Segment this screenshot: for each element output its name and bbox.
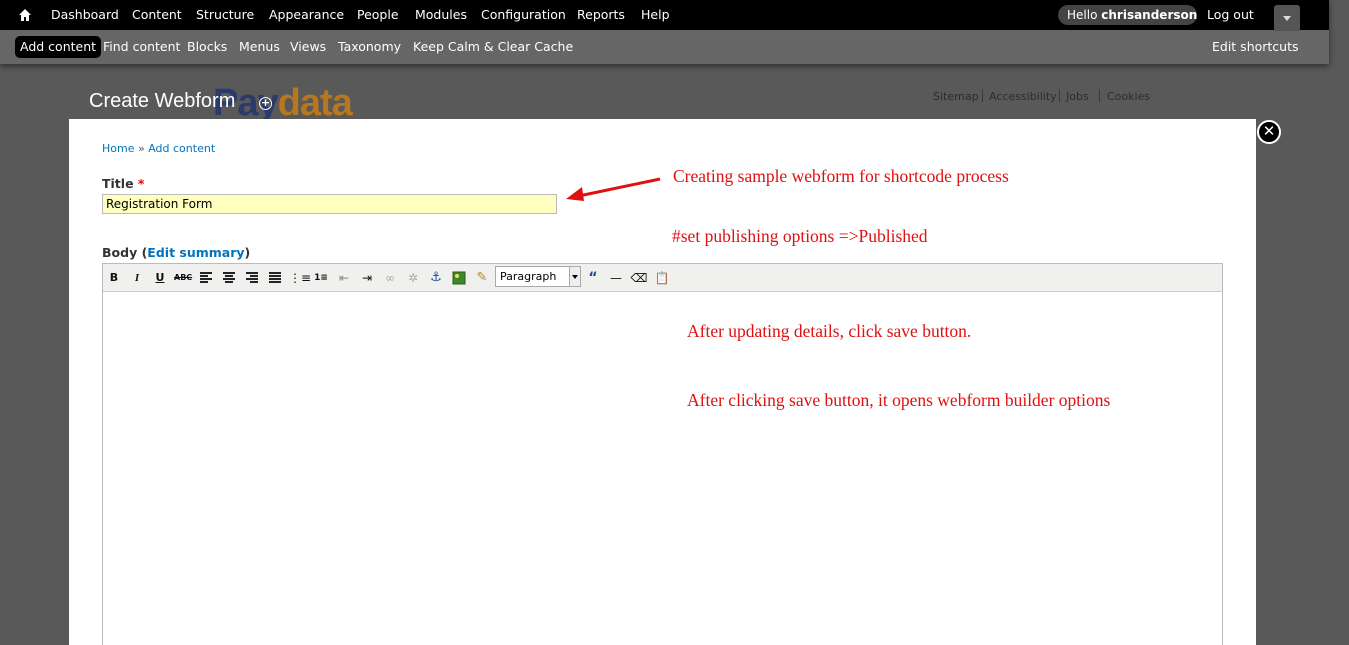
outdent-icon[interactable]: ⇤: [335, 269, 353, 287]
title-input[interactable]: [102, 194, 557, 214]
menu-help[interactable]: Help: [641, 0, 670, 30]
align-center-icon[interactable]: [223, 272, 235, 283]
admin-menu-bar: Dashboard Content Structure Appearance P…: [0, 0, 1329, 31]
logout-link[interactable]: Log out: [1207, 0, 1254, 30]
format-select[interactable]: Paragraph: [495, 266, 581, 287]
blockquote-icon[interactable]: “: [584, 269, 602, 287]
link-divider: [1099, 89, 1100, 102]
breadcrumb: Home » Add content: [102, 142, 215, 155]
menu-people[interactable]: People: [357, 0, 399, 30]
menu-dashboard[interactable]: Dashboard: [51, 0, 119, 30]
top-link-sitemap[interactable]: Sitemap: [933, 90, 979, 103]
title-label: Title *: [102, 176, 144, 191]
link-icon[interactable]: ∞: [381, 269, 399, 287]
shortcut-blocks[interactable]: Blocks: [187, 36, 227, 58]
numbered-list-icon[interactable]: 1≡: [312, 269, 330, 287]
breadcrumb-add-content[interactable]: Add content: [148, 142, 215, 155]
bold-icon[interactable]: B: [105, 269, 123, 287]
shortcut-find-content[interactable]: Find content: [103, 36, 180, 58]
logo-part2: data: [277, 82, 353, 124]
title-label-text: Title: [102, 176, 134, 191]
page-title: Create Webform: [89, 90, 236, 112]
admin-toolbar: Dashboard Content Structure Appearance P…: [0, 0, 1329, 64]
image-icon[interactable]: [450, 269, 468, 287]
menu-content[interactable]: Content: [132, 0, 182, 30]
align-right-icon[interactable]: [246, 272, 258, 283]
menu-modules[interactable]: Modules: [415, 0, 467, 30]
user-greeting[interactable]: Hello chrisanderson: [1058, 5, 1197, 25]
annotation-note: Creating sample webform for shortcode pr…: [673, 166, 1009, 186]
shortcut-clear-cache[interactable]: Keep Calm & Clear Cache: [413, 36, 573, 58]
align-justify-icon[interactable]: [269, 272, 281, 283]
username: chrisanderson: [1101, 8, 1198, 22]
shortcut-views[interactable]: Views: [290, 36, 326, 58]
shortcut-add-content[interactable]: Add content: [15, 36, 102, 58]
greeting-prefix: Hello: [1067, 8, 1098, 22]
edit-summary-link[interactable]: Edit summary: [147, 245, 244, 260]
anchor-icon[interactable]: ⚓: [427, 269, 445, 287]
horizontal-rule-icon[interactable]: —: [607, 269, 625, 287]
required-marker: *: [137, 176, 145, 191]
red-arrow-icon: [566, 177, 661, 201]
menu-reports[interactable]: Reports: [577, 0, 625, 30]
body-editor: B I U ABC ⋮≡ 1≡ ⇤ ⇥ ∞ ✲ ⚓ ✎ Paragraph “ …: [102, 263, 1223, 645]
unlink-icon[interactable]: ✲: [404, 269, 422, 287]
indent-icon[interactable]: ⇥: [358, 269, 376, 287]
paste-icon[interactable]: 📋: [653, 269, 671, 287]
editor-content-area[interactable]: [103, 292, 1222, 645]
link-divider: [1059, 89, 1060, 102]
link-divider: [982, 89, 983, 102]
annotation-note: #set publishing options =>Published: [672, 226, 928, 246]
bullet-list-icon[interactable]: ⋮≡: [289, 269, 311, 287]
editor-toolbar: B I U ABC ⋮≡ 1≡ ⇤ ⇥ ∞ ✲ ⚓ ✎ Paragraph “ …: [103, 264, 1222, 292]
strikethrough-icon[interactable]: ABC: [174, 269, 192, 287]
italic-icon[interactable]: I: [128, 269, 146, 287]
shortcut-taxonomy[interactable]: Taxonomy: [338, 36, 401, 58]
align-left-icon[interactable]: [200, 272, 212, 283]
edit-shortcuts-link[interactable]: Edit shortcuts: [1212, 36, 1299, 58]
top-link-jobs[interactable]: Jobs: [1066, 90, 1089, 103]
annotation-note: After updating details, click save butto…: [687, 321, 972, 341]
shortcut-menus[interactable]: Menus: [239, 36, 280, 58]
toolbar-toggle-button[interactable]: [1274, 5, 1300, 31]
menu-appearance[interactable]: Appearance: [269, 0, 344, 30]
breadcrumb-home[interactable]: Home: [102, 142, 134, 155]
top-link-cookies[interactable]: Cookies: [1107, 90, 1150, 103]
annotation-note: After clicking save button, it opens web…: [687, 390, 1111, 410]
cleanup-icon[interactable]: ✎: [473, 269, 491, 287]
body-label-text: Body: [102, 245, 138, 260]
add-shortcut-icon[interactable]: +: [259, 97, 272, 110]
top-link-accessibility[interactable]: Accessibility: [989, 90, 1057, 103]
underline-icon[interactable]: U: [151, 269, 169, 287]
breadcrumb-separator: »: [137, 142, 145, 155]
menu-configuration[interactable]: Configuration: [481, 0, 566, 30]
close-overlay-icon[interactable]: ✕: [1257, 120, 1281, 144]
home-icon[interactable]: [18, 8, 32, 22]
menu-structure[interactable]: Structure: [196, 0, 254, 30]
eraser-icon[interactable]: ⌫: [630, 269, 648, 287]
body-label: Body (Edit summary): [102, 245, 251, 260]
chevron-down-icon: [572, 275, 578, 279]
